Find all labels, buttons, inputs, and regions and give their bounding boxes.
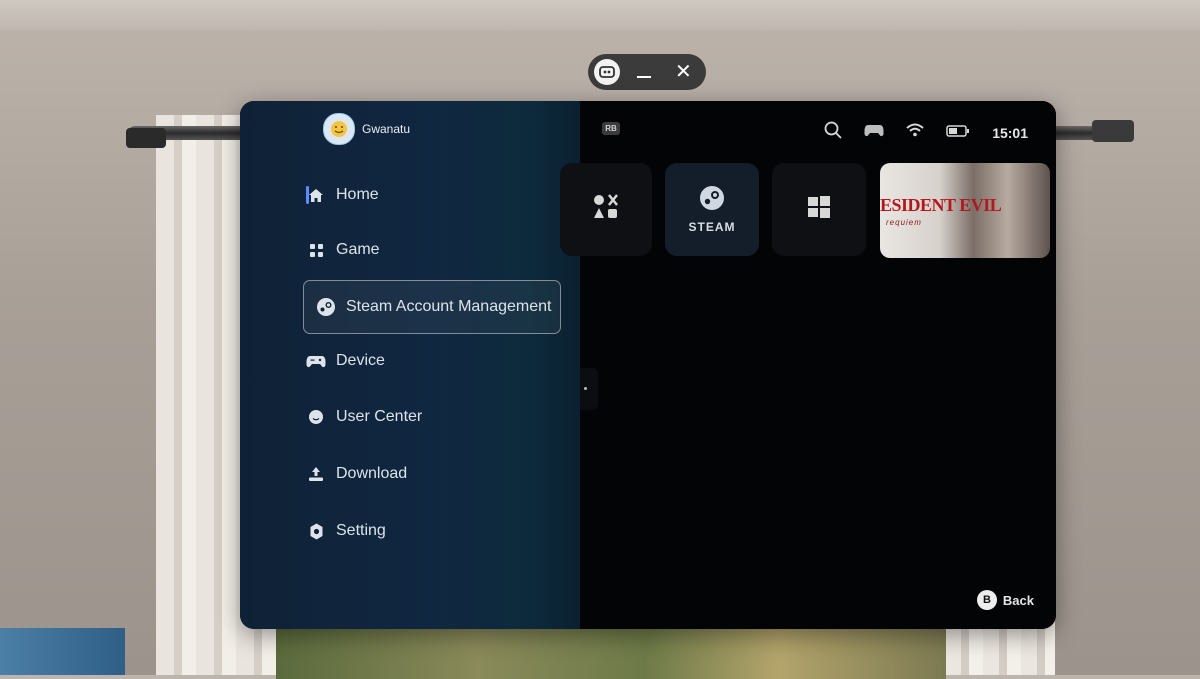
sidebar-item-label: Setting <box>336 522 386 539</box>
b-button-icon: B <box>976 590 997 610</box>
steam-logo-icon <box>699 185 725 216</box>
sidebar-item-label: Download <box>336 465 408 482</box>
controller-status-icon <box>864 124 884 142</box>
gear-icon <box>304 521 328 541</box>
download-icon <box>304 464 328 484</box>
game-cover-title: ESIDENT EVIL <box>880 195 1002 215</box>
sidebar-item-label: Home <box>336 186 379 203</box>
game-cover-resident-evil[interactable]: ESIDENT EVIL requiem <box>880 163 1050 258</box>
sidebar-item-setting[interactable]: Setting <box>304 505 560 557</box>
wifi-icon <box>906 123 924 142</box>
windows-icon <box>807 195 831 224</box>
sidebar-item-label: User Center <box>336 408 423 425</box>
shapes-icon <box>592 193 620 226</box>
windows-tile[interactable] <box>772 163 866 256</box>
sidebar-item-steam-account[interactable]: Steam Account Management <box>303 280 561 334</box>
status-bar: 15:01 <box>802 121 1028 144</box>
app-switch-icon[interactable] <box>594 59 620 85</box>
steam-icon <box>314 297 338 317</box>
game-cover-subtitle: requiem <box>886 218 922 227</box>
user-profile[interactable]: Gwanatu <box>323 113 410 145</box>
sidebar-item-device[interactable]: Device <box>304 335 560 387</box>
smiley-icon <box>304 407 328 427</box>
app-panel: Gwanatu Home Game Steam Account Manageme… <box>240 101 1056 629</box>
battery-icon <box>946 124 970 142</box>
steam-tile[interactable]: STEAM <box>665 163 759 256</box>
sidebar-collapse-handle[interactable] <box>580 368 598 410</box>
search-icon[interactable] <box>824 121 842 144</box>
steam-tile-label: STEAM <box>688 220 736 234</box>
sidebar-item-label: Steam Account Management <box>346 298 552 315</box>
sidebar-item-download[interactable]: Download <box>304 448 560 500</box>
minimize-icon[interactable] <box>637 76 651 78</box>
rb-shoulder-badge: RB <box>602 122 620 135</box>
back-label: Back <box>1002 592 1034 608</box>
close-icon[interactable]: ✕ <box>675 62 692 82</box>
sidebar-item-label: Device <box>336 352 385 369</box>
all-games-tile[interactable] <box>560 163 652 256</box>
clock: 15:01 <box>992 124 1028 141</box>
controller-icon <box>304 351 328 371</box>
ceiling <box>0 0 1200 30</box>
sidebar-item-home[interactable]: Home <box>304 169 560 221</box>
home-icon <box>304 185 328 205</box>
curtain-rod-end-left <box>126 128 166 148</box>
grid-icon <box>304 240 328 260</box>
back-button[interactable]: B Back <box>976 590 1034 610</box>
sidebar-item-user-center[interactable]: User Center <box>304 391 560 443</box>
background-object <box>0 628 125 675</box>
sidebar: Gwanatu Home Game Steam Account Manageme… <box>240 101 580 629</box>
avatar <box>323 113 355 145</box>
window-control-pill: ✕ <box>588 54 706 90</box>
main-content: RB 15:01 STEAM ESIDENT EVIL requiem B Ba… <box>560 101 1056 629</box>
curtain-rod-end-right <box>1092 120 1134 142</box>
username: Gwanatu <box>362 122 411 136</box>
sidebar-item-game[interactable]: Game <box>304 224 560 276</box>
sidebar-item-label: Game <box>336 241 380 258</box>
